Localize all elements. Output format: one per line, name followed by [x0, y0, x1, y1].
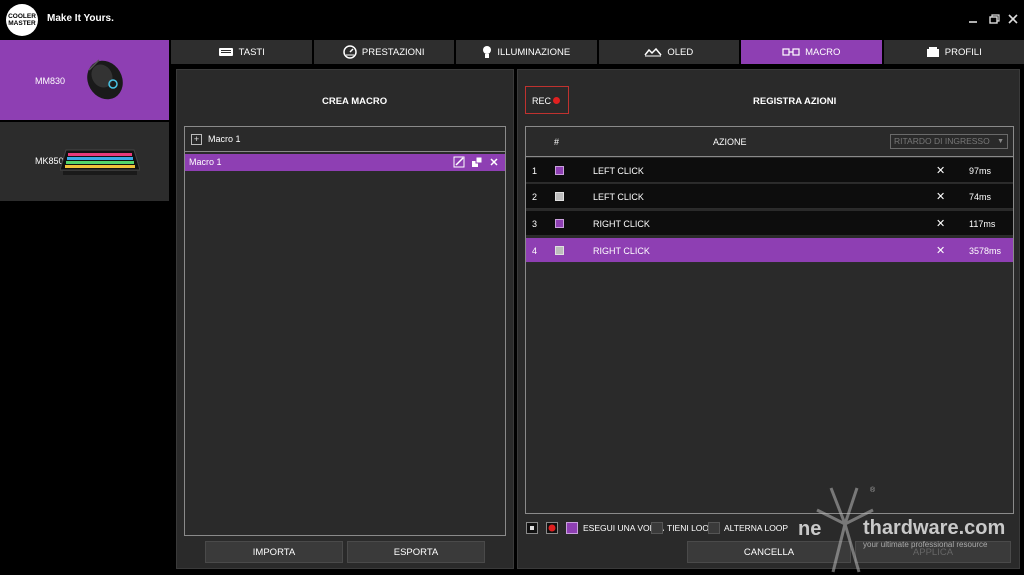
device-mk850[interactable]: MK850: [0, 122, 169, 201]
action-label: LEFT CLICK: [593, 192, 644, 202]
crea-macro-panel: CREA MACRO + Macro 1 Macro 1 IMPORTA ESP…: [176, 69, 514, 569]
tab-label: TASTI: [238, 46, 265, 58]
tab-profili[interactable]: PROFILI: [883, 40, 1024, 64]
record-icon[interactable]: [546, 522, 558, 534]
chevron-down-icon: ▼: [997, 138, 1004, 145]
action-label: LEFT CLICK: [593, 166, 644, 176]
remove-action-icon[interactable]: ✕: [936, 246, 945, 257]
rec-label: REC: [532, 96, 552, 106]
action-row[interactable]: 3 RIGHT CLICK ✕ 117ms: [526, 211, 1013, 236]
profile-icon: [926, 47, 939, 57]
action-delay: 3578ms: [969, 246, 1002, 256]
duplicate-icon[interactable]: [471, 156, 483, 168]
nexthardware-watermark: ne thardware.com ® your ultimate profess…: [797, 484, 1024, 575]
edit-icon[interactable]: [453, 156, 465, 168]
watermark-slogan: your ultimate professional resource: [863, 540, 988, 549]
tab-label: MACRO: [805, 46, 841, 58]
add-macro-row[interactable]: + Macro 1: [185, 127, 505, 152]
action-row[interactable]: 4 RIGHT CLICK ✕ 3578ms: [526, 238, 1013, 263]
tab-tasti[interactable]: TASTI: [171, 40, 312, 64]
minimize-icon[interactable]: [966, 12, 980, 26]
hold-loop-checkbox[interactable]: [651, 522, 663, 534]
col-num-header: #: [554, 137, 560, 147]
remove-action-icon[interactable]: ✕: [936, 192, 945, 203]
panel-title: CREA MACRO: [322, 96, 388, 107]
device-mm830[interactable]: MM830: [0, 40, 169, 120]
export-button[interactable]: ESPORTA: [347, 541, 485, 563]
cooler-master-logo: COOLER MASTER: [6, 4, 38, 36]
tab-prestazioni[interactable]: PRESTAZIONI: [313, 40, 454, 64]
action-num: 3: [532, 219, 538, 229]
mouse-action-icon: [555, 192, 564, 201]
device-name: MM830: [35, 76, 66, 86]
tab-macro[interactable]: MACRO: [741, 40, 882, 64]
keyboard-image: [60, 149, 140, 175]
maximize-icon[interactable]: [987, 12, 1001, 26]
tab-oled[interactable]: OLED: [598, 40, 739, 64]
action-row[interactable]: 1 LEFT CLICK ✕ 97ms: [526, 158, 1013, 183]
tab-label: PRESTAZIONI: [361, 46, 425, 58]
watermark-brand-right: thardware.com: [863, 517, 1006, 539]
bulb-icon: [483, 46, 492, 58]
device-list: MM830 MK850: [0, 40, 169, 575]
mouse-action-icon: [555, 166, 564, 175]
watermark-registered: ®: [870, 487, 876, 494]
plus-icon[interactable]: +: [191, 134, 202, 145]
action-row[interactable]: 2 LEFT CLICK ✕ 74ms: [526, 184, 1013, 209]
action-num: 2: [532, 192, 538, 202]
tab-illuminazione[interactable]: ILLUMINAZIONE: [456, 40, 597, 64]
stop-icon[interactable]: [526, 522, 538, 534]
col-action-header: AZIONE: [713, 137, 747, 147]
delay-select[interactable]: RITARDO DI INGRESSO ▼: [890, 134, 1008, 149]
remove-action-icon[interactable]: ✕: [936, 219, 945, 230]
top-bar: COOLER MASTER Make It Yours.: [0, 0, 1024, 40]
delay-select-value: RITARDO DI INGRESSO: [894, 136, 990, 146]
actions-table-header: # AZIONE RITARDO DI INGRESSO ▼: [526, 127, 1013, 157]
action-label: RIGHT CLICK: [593, 246, 650, 256]
toggle-loop-checkbox[interactable]: [708, 522, 720, 534]
keyboard-icon: [218, 48, 233, 56]
macro-icon: [782, 48, 800, 56]
tab-label: PROFILI: [944, 46, 982, 58]
macro-list: + Macro 1 Macro 1: [184, 126, 506, 536]
add-macro-label: Macro 1: [208, 134, 241, 144]
action-num: 4: [532, 246, 538, 256]
macro-list-item[interactable]: Macro 1: [185, 154, 505, 171]
tab-label: OLED: [667, 46, 694, 58]
macro-name: Macro 1: [189, 157, 222, 167]
panel-title: REGISTRA AZIONI: [753, 96, 837, 107]
watermark-brand-left: ne: [798, 518, 822, 540]
close-icon[interactable]: [1006, 12, 1020, 26]
action-delay: 97ms: [969, 166, 992, 176]
toggle-loop-label: ALTERNA LOOP: [724, 523, 789, 533]
tagline: Make It Yours.: [47, 13, 114, 24]
actions-table: # AZIONE RITARDO DI INGRESSO ▼ 1 LEFT CL…: [525, 126, 1014, 514]
oled-icon: [644, 47, 662, 57]
tab-bar: TASTI PRESTAZIONI ILLUMINAZIONE OLED MAC…: [171, 40, 1024, 64]
delete-icon[interactable]: [488, 156, 500, 168]
action-delay: 74ms: [969, 192, 992, 202]
tab-label: ILLUMINAZIONE: [497, 46, 571, 58]
run-once-checkbox[interactable]: [566, 522, 578, 534]
rec-button[interactable]: REC: [525, 86, 569, 114]
action-delay: 117ms: [969, 219, 996, 229]
import-button[interactable]: IMPORTA: [205, 541, 343, 563]
mouse-image: [87, 59, 123, 100]
gauge-icon: [343, 45, 357, 59]
remove-action-icon[interactable]: ✕: [936, 166, 945, 177]
action-num: 1: [532, 166, 538, 176]
mouse-action-icon: [555, 219, 564, 228]
record-dot-icon: [553, 97, 560, 104]
mouse-action-icon: [555, 246, 564, 255]
action-label: RIGHT CLICK: [593, 219, 650, 229]
